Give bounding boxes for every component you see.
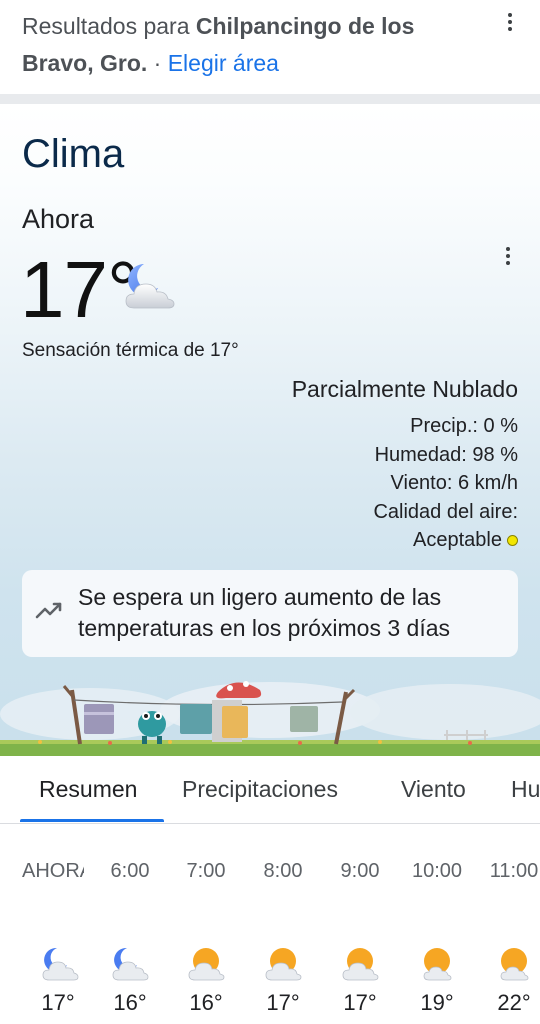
weather-title: Clima [22, 132, 125, 176]
feels-like-text: Sensación térmica de 17° [22, 340, 239, 361]
hour-time: 6:00 [110, 860, 150, 882]
weather-illustration [0, 681, 540, 756]
wind-stat: Viento: 6 km/h [390, 472, 518, 494]
search-location-header: Resultados para Chilpancingo de los Brav… [0, 0, 540, 94]
hour-time: 9:00 [340, 860, 380, 882]
weather-card: Clima Ahora 17° Sensación térmica de 17°… [0, 104, 540, 756]
hour-item: 6:00 16° [90, 824, 170, 1024]
air-quality-row[interactable]: Aceptable [373, 526, 518, 555]
current-temperature: 17° [20, 245, 139, 334]
separator-dot: · [147, 50, 168, 76]
hour-time: 10:00 [411, 860, 463, 882]
moon-cloud-icon [125, 264, 175, 309]
sun-cloud-icon [423, 948, 452, 981]
hour-time: 8:00 [263, 860, 303, 882]
hour-item: 9:00 17° [320, 824, 400, 1024]
hour-temperature: 22° [497, 990, 531, 1015]
precipitation-stat: Precip.: 0 % [410, 415, 518, 437]
weather-more-options-icon[interactable] [496, 244, 520, 268]
hour-item: 11:00 22° [474, 824, 540, 1024]
sun-cloud-icon [342, 948, 379, 981]
tab-humidity[interactable]: Hu [511, 776, 540, 803]
hour-time: AHORA [22, 860, 84, 882]
more-options-icon[interactable] [498, 10, 522, 34]
hour-item: AHORA 17° [14, 824, 84, 1024]
condition-text: Parcialmente Nublado [291, 376, 518, 402]
hour-temperature: 17° [41, 990, 75, 1015]
hour-item: 10:00 19° [397, 824, 477, 1024]
trend-message: Se espera un ligero aumento de las tempe… [78, 584, 451, 641]
hour-item: 8:00 17° [243, 824, 323, 1024]
humidity-stat: Humedad: 98 % [374, 443, 518, 466]
tab-wind[interactable]: Viento [401, 776, 466, 803]
hour-temperature: 16° [113, 990, 147, 1015]
sun-cloud-icon [500, 948, 529, 981]
air-quality-dot-icon [507, 535, 518, 546]
tab-precipitation[interactable]: Precipitaciones [182, 776, 338, 803]
choose-area-link[interactable]: Elegir área [168, 50, 279, 76]
results-prefix: Resultados para [22, 13, 196, 39]
hour-temperature: 19° [420, 990, 454, 1015]
sun-cloud-icon [188, 948, 225, 981]
hour-temperature: 16° [189, 990, 223, 1015]
tab-summary[interactable]: Resumen [39, 776, 137, 803]
hourly-forecast[interactable]: AHORA 17° 6:00 16° 7:00 16° 8:00 17° 9:0… [0, 824, 540, 1024]
sun-cloud-icon [265, 948, 302, 981]
air-quality-label: Calidad del aire: [373, 500, 518, 523]
trending-up-icon [35, 602, 62, 619]
section-divider [0, 94, 540, 104]
active-tab-indicator [20, 819, 164, 822]
hour-item: 7:00 16° [166, 824, 246, 1024]
hour-temperature: 17° [266, 990, 300, 1015]
moon-cloud-icon [42, 947, 79, 981]
moon-cloud-icon [112, 947, 149, 981]
air-quality-value: Aceptable [413, 529, 502, 551]
weather-tabs: Resumen Precipitaciones Viento Hu [0, 756, 540, 824]
hour-time: 11:00 [489, 860, 539, 882]
temperature-trend-card[interactable]: Se espera un ligero aumento de las tempe… [22, 570, 518, 657]
hour-temperature: 17° [343, 990, 377, 1015]
now-label: Ahora [22, 204, 95, 234]
hour-time: 7:00 [186, 860, 226, 882]
weather-stats: Precip.: 0 % Humedad: 98 % Viento: 6 km/… [373, 412, 518, 555]
results-for-text: Resultados para Chilpancingo de los Brav… [22, 8, 482, 82]
